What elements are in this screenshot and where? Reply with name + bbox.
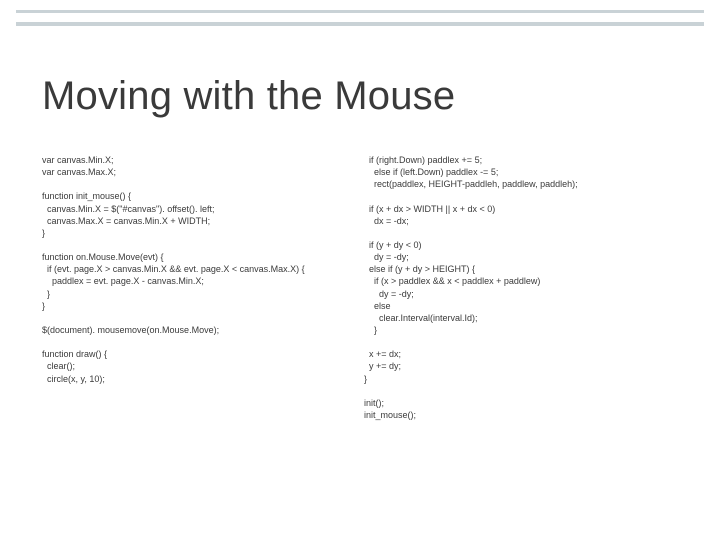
code-column-left: var canvas.Min.X; var canvas.Max.X; func… bbox=[42, 154, 356, 421]
code-column-right: if (right.Down) paddlex += 5; else if (l… bbox=[364, 154, 678, 421]
slide: Moving with the Mouse var canvas.Min.X; … bbox=[0, 0, 720, 540]
slide-content: var canvas.Min.X; var canvas.Max.X; func… bbox=[42, 154, 678, 421]
slide-rule-2 bbox=[16, 22, 704, 26]
slide-title: Moving with the Mouse bbox=[42, 74, 678, 119]
slide-rule-1 bbox=[16, 10, 704, 13]
